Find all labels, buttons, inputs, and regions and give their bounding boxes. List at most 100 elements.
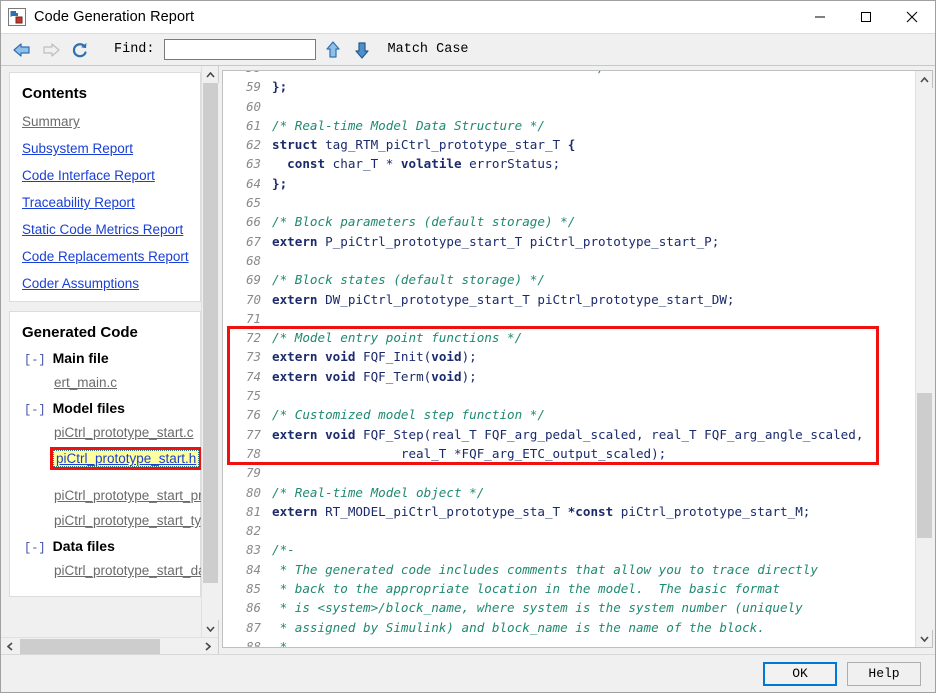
title-bar: Code Generation Report — [1, 1, 935, 33]
code-line: 78 real_T *FQF_arg_ETC_output_scaled); — [227, 444, 915, 463]
code-line: 74 extern void FQF_Term(void); — [227, 367, 915, 386]
code-token: /* Real-time Model Data Structure */ — [272, 117, 545, 133]
sidebar-vertical-scrollbar[interactable] — [201, 66, 219, 637]
code-scroll-track[interactable] — [916, 88, 933, 630]
code-token: /* Block states (default storage) */ — [272, 272, 545, 288]
code-scroll-thumb[interactable] — [917, 393, 932, 538]
find-label: Find: — [114, 42, 155, 57]
back-arrow-icon[interactable] — [9, 38, 35, 62]
sidebar-hscroll-thumb[interactable] — [20, 639, 160, 654]
code-scroll-area[interactable]: 58 */59};6061/* Real-time Model Data Str… — [223, 71, 915, 647]
code-token: /* Model entry point functions */ — [272, 330, 523, 346]
help-button[interactable]: Help — [847, 661, 921, 686]
code-line: 66 /* Block parameters (default storage) … — [227, 212, 915, 231]
sidebar-file-pictrl-prototype-start-data[interactable]: piCtrl_prototype_start_da — [54, 563, 201, 578]
code-line-number: 76 — [246, 407, 261, 423]
sidebar-item-coder-assumptions[interactable]: Coder Assumptions — [22, 276, 190, 291]
tree-group-label: Model files — [52, 400, 125, 416]
sidebar-file-pictrl-prototype-start-c[interactable]: piCtrl_prototype_start.c — [54, 425, 194, 440]
code-line-number: 87 — [246, 619, 261, 635]
ok-button[interactable]: OK — [763, 661, 837, 686]
chevron-right-icon[interactable] — [199, 638, 216, 655]
code-token: extern void — [272, 349, 356, 365]
code-line-number: 83 — [246, 542, 261, 558]
sidebar-item-traceability-report[interactable]: Traceability Report — [22, 195, 190, 210]
sidebar-content: Contents Summary Subsystem Report Code I… — [1, 66, 201, 637]
matlab-report-icon — [8, 8, 26, 26]
code-token: void — [431, 368, 462, 384]
code-line-number: 66 — [246, 214, 261, 230]
code-token: * assigned by Simulink) and block_name i… — [272, 619, 765, 635]
code-line-number: 61 — [246, 117, 261, 133]
code-token: /* Real-time Model object */ — [272, 484, 485, 500]
code-line-number: 80 — [246, 484, 261, 500]
sidebar-file-pictrl-prototype-start-types[interactable]: piCtrl_prototype_start_typ — [54, 513, 201, 528]
sidebar-file-ert-main-c[interactable]: ert_main.c — [54, 375, 190, 390]
code-token: /* Block parameters (default storage) */ — [272, 214, 576, 230]
code-line-number: 72 — [246, 330, 261, 346]
code-token: * The generated code includes comments t… — [272, 561, 818, 577]
collapse-toggle-icon[interactable]: [-] — [24, 541, 46, 555]
code-line: 81 extern RT_MODEL_piCtrl_prototype_sta_T… — [227, 502, 915, 521]
find-next-down-arrow-icon[interactable] — [350, 38, 374, 62]
sidebar-scroll-thumb[interactable] — [203, 83, 218, 583]
code-line: 68 — [227, 251, 915, 270]
find-previous-up-arrow-icon[interactable] — [321, 38, 345, 62]
code-line: 60 — [227, 97, 915, 116]
maximize-button[interactable] — [843, 1, 889, 33]
chevron-up-icon[interactable] — [202, 66, 219, 83]
code-line-number: 82 — [246, 523, 261, 539]
chevron-down-icon[interactable] — [916, 630, 933, 647]
sidebar-scroll-host: Contents Summary Subsystem Report Code I… — [1, 66, 219, 637]
forward-arrow-icon — [38, 38, 64, 62]
sidebar-item-summary[interactable]: Summary — [22, 114, 190, 129]
minimize-button[interactable] — [797, 1, 843, 33]
code-line-number: 73 — [246, 349, 261, 365]
generated-code-heading: Generated Code — [22, 324, 138, 341]
code-vertical-scrollbar[interactable] — [915, 71, 933, 647]
sidebar-item-static-code-metrics-report[interactable]: Static Code Metrics Report — [22, 222, 190, 237]
code-token: { — [567, 137, 576, 153]
generated-code-panel: Generated Code [-] Main file ert_main.c … — [9, 311, 201, 597]
code-token: extern void — [272, 426, 356, 442]
chevron-down-icon[interactable] — [202, 620, 219, 637]
code-line: 62 struct tag_RTM_piCtrl_prototype_star_T… — [227, 135, 915, 154]
code-line: 65 — [227, 193, 915, 212]
code-token: */ — [590, 71, 605, 75]
collapse-toggle-icon[interactable]: [-] — [24, 353, 46, 367]
sidebar-scroll-track[interactable] — [202, 83, 219, 620]
tree-group-label: Main file — [52, 350, 109, 366]
code-line: 88 * — [227, 637, 915, 647]
sidebar-item-subsystem-report[interactable]: Subsystem Report — [22, 141, 190, 156]
chevron-up-icon[interactable] — [916, 71, 933, 88]
code-token: DW_piCtrl_prototype_start_T piCtrl_proto… — [317, 291, 735, 307]
find-input[interactable] — [163, 39, 316, 60]
code-token: void — [431, 349, 462, 365]
sidebar-item-code-replacements-report[interactable]: Code Replacements Report — [22, 249, 190, 264]
tree-group-data-files[interactable]: [-] Data files — [24, 538, 190, 555]
code-token: char_T * — [325, 156, 401, 172]
code-token: RT_MODEL_piCtrl_prototype_sta_T — [317, 503, 568, 519]
contents-panel: Contents Summary Subsystem Report Code I… — [9, 72, 201, 302]
sidebar-file-pictrl-prototype-start-h[interactable]: piCtrl_prototype_start.h — [52, 450, 200, 467]
code-token: ); — [461, 349, 477, 365]
code-token: ); — [461, 368, 477, 384]
match-case-label[interactable]: Match Case — [388, 42, 469, 57]
chevron-left-icon[interactable] — [1, 638, 18, 655]
sidebar-horizontal-scrollbar[interactable] — [1, 637, 218, 654]
code-line: 61 /* Real-time Model Data Structure */ — [227, 116, 915, 135]
sidebar-item-code-interface-report[interactable]: Code Interface Report — [22, 168, 190, 183]
code-line: 75 — [227, 386, 915, 405]
tree-group-model-files[interactable]: [-] Model files — [24, 400, 190, 417]
refresh-icon[interactable] — [67, 38, 93, 62]
code-line: 84 * The generated code includes comment… — [227, 560, 915, 579]
tree-group-main-file[interactable]: [-] Main file — [24, 350, 190, 367]
collapse-toggle-icon[interactable]: [-] — [24, 403, 46, 417]
close-button[interactable] — [889, 1, 935, 33]
code-token: /* Customized model step function */ — [272, 407, 545, 423]
code-line-number: 85 — [246, 581, 261, 597]
dialog-footer: OK Help — [1, 654, 935, 692]
sidebar-file-pictrl-prototype-start-private[interactable]: piCtrl_prototype_start_pri — [54, 488, 201, 503]
